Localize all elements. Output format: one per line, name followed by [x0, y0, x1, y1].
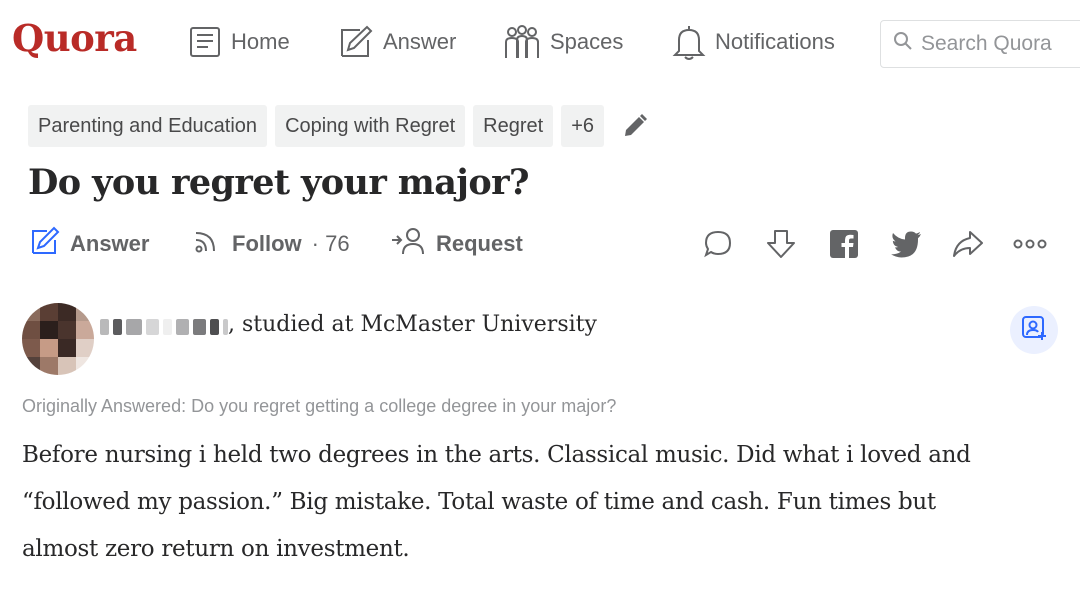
answer-line: “followed my passion.” Big mistake. Tota…	[22, 489, 936, 515]
quora-logo[interactable]: Quora	[12, 16, 137, 60]
request-label: Request	[436, 231, 523, 256]
share-icon[interactable]	[948, 224, 988, 264]
search-input[interactable]: Search Quora	[880, 20, 1080, 68]
answer-pencil-icon	[338, 24, 374, 60]
more-topics-chip[interactable]: +6	[561, 105, 604, 147]
search-placeholder: Search Quora	[921, 32, 1052, 55]
topic-chip[interactable]: Regret	[473, 105, 554, 147]
author-name-redacted[interactable]	[100, 318, 228, 336]
bell-icon	[672, 23, 706, 61]
nav-answer-label: Answer	[383, 29, 457, 54]
follow-wifi-icon	[192, 226, 222, 262]
author-credential: , studied at McMaster University	[228, 312, 597, 337]
answer-button[interactable]: Answer	[30, 224, 149, 264]
request-answer-button[interactable]: Request	[390, 224, 523, 264]
facebook-icon[interactable]	[824, 224, 864, 264]
home-icon	[188, 25, 222, 59]
answer-line: Before nursing i held two degrees in the…	[22, 442, 971, 468]
topic-chip[interactable]: Coping with Regret	[275, 105, 466, 147]
downvote-icon[interactable]	[761, 224, 801, 264]
answer-button-label: Answer	[70, 231, 150, 256]
topic-list: Parenting and Education Coping with Regr…	[28, 105, 648, 147]
spaces-icon	[503, 24, 541, 60]
avatar[interactable]	[22, 303, 94, 375]
nav-spaces-label: Spaces	[550, 29, 624, 54]
add-person-icon	[1021, 315, 1047, 346]
nav-notifications[interactable]: Notifications	[672, 22, 835, 62]
nav-spaces[interactable]: Spaces	[503, 22, 623, 62]
follow-count: · 76	[311, 231, 350, 256]
follow-author-button[interactable]	[1010, 306, 1058, 354]
request-person-icon	[390, 226, 426, 262]
nav-notifications-label: Notifications	[715, 29, 835, 54]
answer-pencil-icon	[30, 226, 60, 262]
search-icon	[893, 31, 913, 57]
topic-chip[interactable]: Parenting and Education	[28, 105, 268, 147]
nav-answer[interactable]: Answer	[338, 22, 456, 62]
twitter-icon[interactable]	[886, 224, 926, 264]
more-options-icon[interactable]	[1010, 224, 1050, 264]
follow-question-button[interactable]: Follow · 76	[192, 224, 350, 264]
comment-icon[interactable]	[698, 224, 738, 264]
edit-topics-icon[interactable]	[622, 113, 648, 139]
answer-line: almost zero return on investment.	[22, 536, 410, 562]
answer-body: Before nursing i held two degrees in the…	[22, 432, 1062, 573]
follow-label: Follow	[232, 231, 302, 256]
nav-home-label: Home	[231, 29, 290, 54]
question-title[interactable]: Do you regret your major?	[28, 162, 529, 203]
nav-home[interactable]: Home	[188, 22, 290, 62]
originally-answered-link[interactable]: Originally Answered: Do you regret getti…	[22, 396, 616, 417]
